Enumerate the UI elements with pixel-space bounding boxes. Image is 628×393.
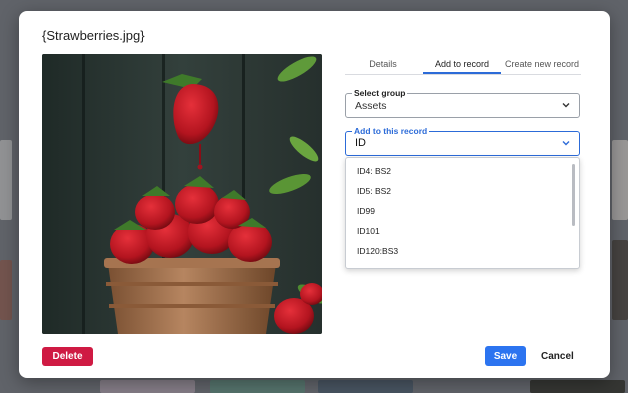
image-detail-dialog: {Strawberries.jpg} Details Add to record…: [19, 11, 610, 378]
select-group-value: Assets: [355, 100, 387, 112]
dialog-title: {Strawberries.jpg}: [42, 28, 145, 43]
list-item[interactable]: ID5: BS2: [357, 186, 391, 196]
strawberries-image: [42, 54, 322, 334]
tab-bar: Details Add to record Create new record: [345, 55, 581, 75]
select-group-label: Select group: [352, 88, 408, 98]
select-group-dropdown[interactable]: Select group Assets: [345, 88, 580, 118]
cancel-button[interactable]: Cancel: [535, 346, 579, 366]
tab-create-new-record[interactable]: Create new record: [503, 55, 581, 73]
add-to-record-value: ID: [355, 137, 366, 149]
image-preview: [42, 54, 322, 334]
chevron-down-icon: [562, 103, 570, 108]
add-to-record-input[interactable]: Add to this record ID: [345, 126, 580, 156]
dropdown-scrollbar[interactable]: [572, 164, 575, 226]
list-item[interactable]: ID4: BS2: [357, 166, 391, 176]
list-item[interactable]: ID120:BS3: [357, 246, 398, 256]
tab-add-to-record[interactable]: Add to record: [423, 55, 501, 74]
list-item[interactable]: ID101: [357, 226, 380, 236]
delete-button[interactable]: Delete: [42, 347, 93, 366]
add-to-record-label: Add to this record: [352, 126, 430, 136]
list-item[interactable]: ID99: [357, 206, 375, 216]
chevron-down-icon: [562, 141, 570, 146]
save-button[interactable]: Save: [485, 346, 526, 366]
record-options-list: ID4: BS2 ID5: BS2 ID99 ID101 ID120:BS3: [345, 157, 580, 269]
tab-details[interactable]: Details: [345, 55, 421, 73]
